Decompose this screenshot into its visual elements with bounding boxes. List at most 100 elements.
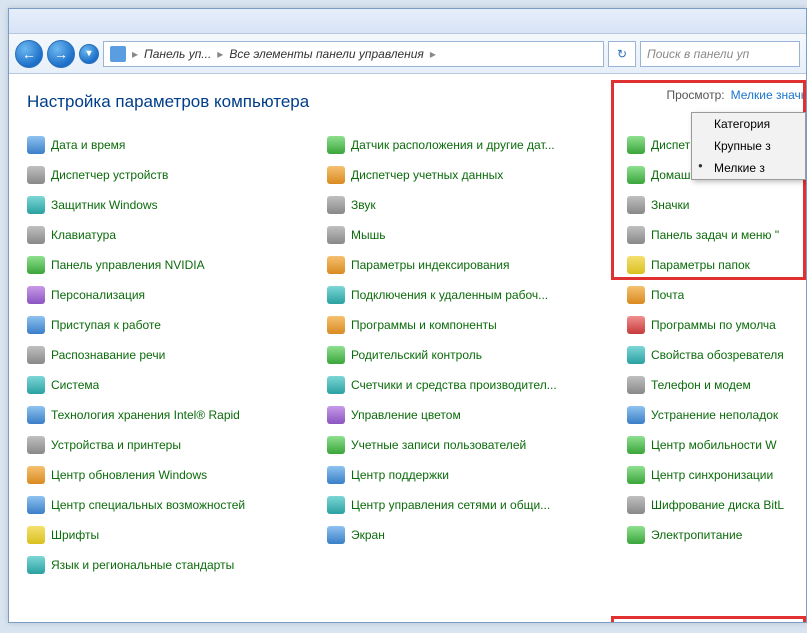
control-panel-item[interactable]: Телефон и модем <box>627 370 806 400</box>
control-panel-item[interactable]: Панель управления NVIDIA <box>27 250 327 280</box>
control-panel-item[interactable]: Центр поддержки <box>327 460 627 490</box>
control-panel-item[interactable]: Распознавание речи <box>27 340 327 370</box>
control-panel-item[interactable]: Панель задач и меню " <box>627 220 806 250</box>
control-panel-item[interactable]: Язык и региональные стандарты <box>27 550 327 580</box>
item-label: Центр обновления Windows <box>51 468 207 482</box>
view-option-category[interactable]: Категория <box>692 113 805 135</box>
refresh-button[interactable]: ↻ <box>608 41 636 67</box>
control-panel-item[interactable]: Электропитание <box>627 520 806 550</box>
control-panel-item[interactable]: Технология хранения Intel® Rapid <box>27 400 327 430</box>
item-icon <box>627 196 645 214</box>
forward-button[interactable]: → <box>47 40 75 68</box>
item-icon <box>27 196 45 214</box>
control-panel-item[interactable]: Параметры папок <box>627 250 806 280</box>
control-panel-item[interactable]: Диспетчер учетных данных <box>327 160 627 190</box>
control-panel-item[interactable]: Защитник Windows <box>27 190 327 220</box>
control-panel-item[interactable]: Устройства и принтеры <box>27 430 327 460</box>
item-icon <box>327 316 345 334</box>
address-bar[interactable]: ▸ Панель уп... ▸ Все элементы панели упр… <box>103 41 604 67</box>
control-panel-item[interactable]: Параметры индексирования <box>327 250 627 280</box>
control-panel-item[interactable]: Приступая к работе <box>27 310 327 340</box>
content-area: Настройка параметров компьютера Просмотр… <box>9 74 806 622</box>
item-icon <box>27 256 45 274</box>
item-icon <box>627 406 645 424</box>
control-panel-item[interactable]: Экран <box>327 520 627 550</box>
control-panel-item[interactable]: Центр обновления Windows <box>27 460 327 490</box>
control-panel-item[interactable]: Звук <box>327 190 627 220</box>
item-icon <box>327 286 345 304</box>
item-label: Мышь <box>351 228 386 242</box>
highlight-box-power <box>611 616 806 622</box>
control-panel-item[interactable]: Подключения к удаленным рабоч... <box>327 280 627 310</box>
item-label: Диспетчер учетных данных <box>351 168 503 182</box>
item-label: Электропитание <box>651 528 742 542</box>
control-panel-item[interactable]: Устранение неполадок <box>627 400 806 430</box>
item-icon <box>27 556 45 574</box>
items-grid: Дата и времяДатчик расположения и другие… <box>27 130 806 580</box>
control-panel-item[interactable]: Значки <box>627 190 806 220</box>
control-panel-item[interactable]: Клавиатура <box>27 220 327 250</box>
item-icon <box>27 526 45 544</box>
item-label: Распознавание речи <box>51 348 165 362</box>
view-label: Просмотр: <box>666 84 724 102</box>
control-panel-item[interactable]: Центр мобильности W <box>627 430 806 460</box>
item-label: Управление цветом <box>351 408 461 422</box>
item-icon <box>627 436 645 454</box>
search-input[interactable]: Поиск в панели уп <box>640 41 800 67</box>
item-label: Защитник Windows <box>51 198 158 212</box>
control-panel-item[interactable]: Почта <box>627 280 806 310</box>
breadcrumb-sep: ▸ <box>430 47 436 61</box>
item-icon <box>27 286 45 304</box>
control-panel-item[interactable]: Родительский контроль <box>327 340 627 370</box>
item-icon <box>627 376 645 394</box>
view-option-large-icons[interactable]: Крупные з <box>692 135 805 157</box>
control-panel-item[interactable]: Свойства обозревателя <box>627 340 806 370</box>
item-label: Система <box>51 378 99 392</box>
item-icon <box>327 436 345 454</box>
view-option-small-icons[interactable]: Мелкие з <box>692 157 805 179</box>
control-panel-item[interactable]: Центр специальных возможностей <box>27 490 327 520</box>
item-label: Параметры папок <box>651 258 750 272</box>
breadcrumb-sep: ▸ <box>217 47 223 61</box>
control-panel-item[interactable]: Система <box>27 370 327 400</box>
item-icon <box>627 466 645 484</box>
item-label: Почта <box>651 288 684 302</box>
item-icon <box>27 166 45 184</box>
control-panel-item[interactable]: Диспетчер устройств <box>27 160 327 190</box>
item-icon <box>27 496 45 514</box>
view-current-link[interactable]: Мелкие значк <box>731 84 806 102</box>
control-panel-item[interactable]: Персонализация <box>27 280 327 310</box>
breadcrumb-seg-2[interactable]: Все элементы панели управления <box>229 47 424 61</box>
breadcrumb-seg-1[interactable]: Панель уп... <box>144 47 211 61</box>
control-panel-item[interactable]: Датчик расположения и другие дат... <box>327 130 627 160</box>
item-label: Центр управления сетями и общи... <box>351 498 550 512</box>
control-panel-item[interactable]: Шрифты <box>27 520 327 550</box>
item-label: Звук <box>351 198 376 212</box>
item-icon <box>27 316 45 334</box>
item-label: Устройства и принтеры <box>51 438 181 452</box>
item-label: Центр синхронизации <box>651 468 773 482</box>
recent-dropdown-button[interactable]: ▾ <box>79 44 99 64</box>
control-panel-item[interactable]: Центр управления сетями и общи... <box>327 490 627 520</box>
control-panel-item[interactable]: Управление цветом <box>327 400 627 430</box>
item-label: Подключения к удаленным рабоч... <box>351 288 548 302</box>
item-label: Центр поддержки <box>351 468 449 482</box>
item-icon <box>327 346 345 364</box>
control-panel-item[interactable]: Счетчики и средства производител... <box>327 370 627 400</box>
control-panel-icon <box>110 46 126 62</box>
control-panel-item[interactable]: Учетные записи пользователей <box>327 430 627 460</box>
item-label: Центр мобильности W <box>651 438 777 452</box>
control-panel-item[interactable]: Программы и компоненты <box>327 310 627 340</box>
breadcrumb-sep: ▸ <box>132 47 138 61</box>
item-icon <box>327 526 345 544</box>
back-button[interactable]: ← <box>15 40 43 68</box>
control-panel-item[interactable]: Дата и время <box>27 130 327 160</box>
control-panel-item[interactable]: Центр синхронизации <box>627 460 806 490</box>
item-icon <box>627 166 645 184</box>
item-label: Язык и региональные стандарты <box>51 558 234 572</box>
control-panel-item[interactable]: Мышь <box>327 220 627 250</box>
control-panel-item[interactable]: Шифрование диска BitL <box>627 490 806 520</box>
control-panel-item[interactable]: Программы по умолча <box>627 310 806 340</box>
control-panel-window: ← → ▾ ▸ Панель уп... ▸ Все элементы пане… <box>8 8 807 623</box>
item-icon <box>327 226 345 244</box>
